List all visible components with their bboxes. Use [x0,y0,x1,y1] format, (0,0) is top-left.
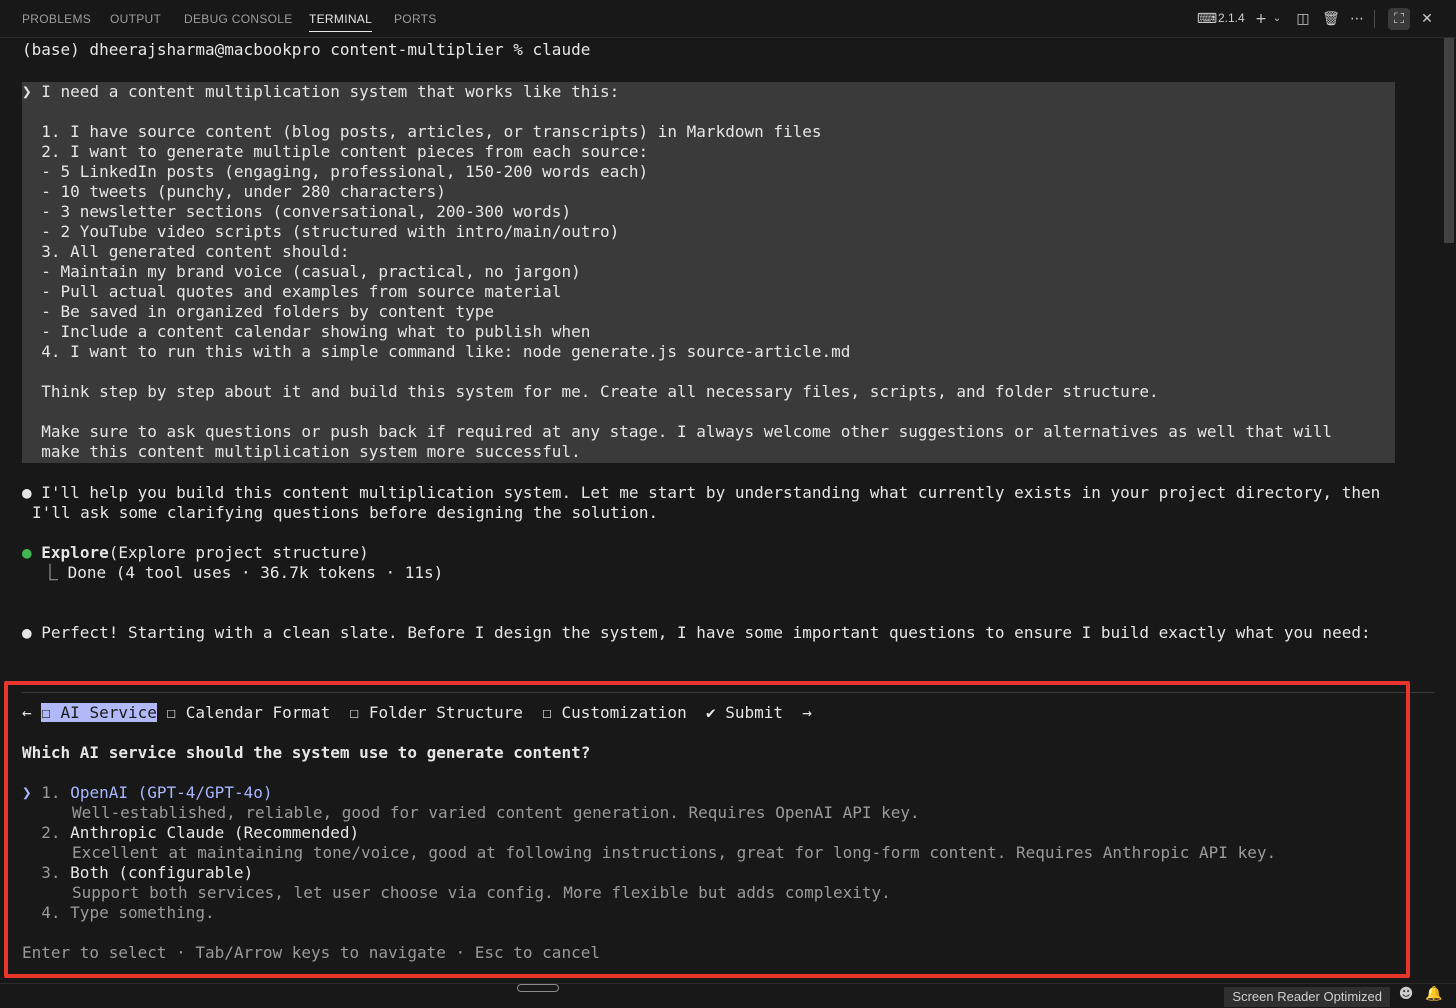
split-terminal-icon[interactable]: ◫ [1292,8,1314,30]
screen-reader-status[interactable]: Screen Reader Optimized [1224,987,1390,1007]
status-dot-icon: ● [22,543,32,562]
panel-tabbar: PROBLEMS OUTPUT DEBUG CONSOLE TERMINAL P… [0,0,1456,38]
user-prompt-line: 3. All generated content should: [22,242,350,261]
user-prompt-line: - Pull actual quotes and examples from s… [22,282,562,301]
user-prompt-line: 1. I have source content (blog posts, ar… [22,122,822,141]
user-prompt-line: - Include a content calendar showing wha… [22,322,591,341]
user-prompt-first-line: ❯ I need a content multiplication system… [22,82,620,101]
shell-prompt: (base) dheerajsharma@macbookpro content-… [22,40,591,59]
user-prompt-line: - 10 tweets (punchy, under 280 character… [22,182,446,201]
chevron-down-icon[interactable]: ⌄ [1266,8,1288,30]
user-prompt-line: - 2 YouTube video scripts (structured wi… [22,222,620,241]
user-prompt-line: - 5 LinkedIn posts (engaging, profession… [22,162,649,181]
status-bar: Screen Reader Optimized ☻ 🔔 [0,983,1456,1008]
tool-result: ⎿ Done (4 tool uses · 36.7k tokens · 11s… [42,563,444,582]
tool-args: (Explore project structure) [108,543,369,562]
user-prompt-line: 4. I want to run this with a simple comm… [22,342,851,361]
copilot-icon[interactable]: ☻ [1396,986,1416,1006]
tab-debug-console[interactable]: DEBUG CONSOLE [184,12,293,32]
assistant-message: ● I'll help you build this content multi… [22,483,1381,502]
user-prompt-line: - Be saved in organized folders by conte… [22,302,495,321]
user-prompt-line: - 3 newsletter sections (conversational,… [22,202,572,221]
tool-name: Explore [41,543,109,562]
tab-problems[interactable]: PROBLEMS [22,12,91,32]
toolbar-divider [1374,10,1375,28]
terminal-version: 2.1.4 [1218,11,1245,25]
tab-terminal[interactable]: TERMINAL [309,12,373,32]
assistant-message-cont: I'll ask some clarifying questions befor… [32,503,659,522]
assistant-message: ● Perfect! Starting with a clean slate. … [22,623,1371,642]
close-icon[interactable]: ✕ [1416,8,1438,30]
user-prompt-line: Make sure to ask questions or push back … [22,422,1333,441]
annotation-highlight-box [4,681,1410,978]
tab-output[interactable]: OUTPUT [110,12,161,32]
user-prompt-line: - Maintain my brand voice (casual, pract… [22,262,581,281]
terminal-scrollbar[interactable] [1442,38,1456,983]
terminal-icon[interactable]: ⌨ [1196,8,1218,30]
trash-icon[interactable]: 🗑 [1320,8,1342,30]
user-prompt-line: 2. I want to generate multiple content p… [22,142,649,161]
scrollbar-thumb[interactable] [1444,38,1454,243]
panel-actions: ⌨ 2.1.4 + ⌄ ◫ 🗑 ⋯ ⛶ ✕ [1196,8,1446,30]
more-actions-icon[interactable]: ⋯ [1346,8,1368,30]
user-prompt-line: Think step by step about it and build th… [22,382,1159,401]
user-prompt-line: make this content multiplication system … [22,442,581,461]
tool-call: ● Explore(Explore project structure) [22,543,369,563]
panel-resize-handle[interactable] [517,984,559,992]
maximize-panel-icon[interactable]: ⛶ [1388,8,1410,30]
bell-icon[interactable]: 🔔 [1424,986,1444,1006]
tab-ports[interactable]: PORTS [394,12,437,32]
